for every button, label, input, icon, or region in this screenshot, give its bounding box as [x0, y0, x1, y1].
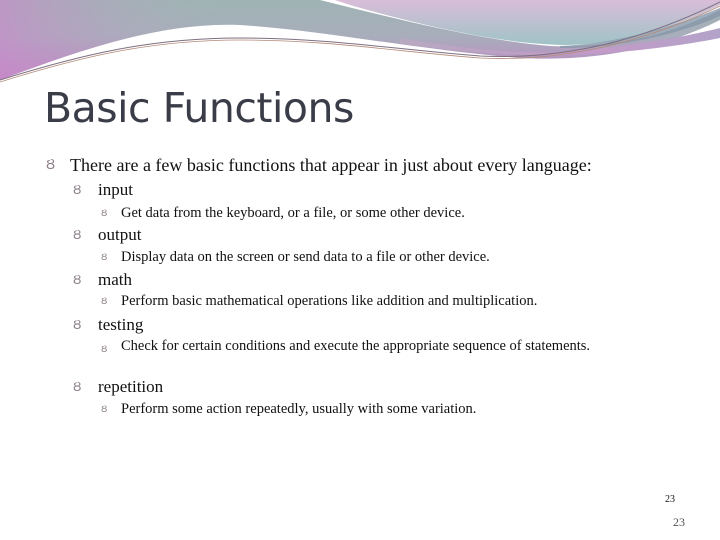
function-desc-output: Ȣ Display data on the screen or send dat… — [101, 249, 490, 266]
function-name: testing — [98, 315, 144, 334]
curl-bullet-icon: Ȣ — [73, 380, 82, 394]
function-item-repetition: Ȣ repetition — [73, 377, 164, 397]
function-desc-testing: Ȣ Check for certain conditions and execu… — [101, 338, 621, 355]
function-name: input — [98, 180, 133, 199]
curl-bullet-icon: Ȣ — [73, 183, 82, 197]
curl-bullet-icon: Ȣ — [101, 253, 108, 263]
curl-bullet-icon: Ȣ — [73, 273, 82, 287]
function-name: output — [98, 225, 142, 244]
function-item-math: Ȣ math — [73, 270, 132, 290]
function-item-input: Ȣ input — [73, 180, 133, 200]
function-desc-repetition: Ȣ Perform some action repeatedly, usuall… — [101, 401, 477, 418]
curl-bullet-icon: Ȣ — [101, 405, 108, 415]
curl-bullet-icon: Ȣ — [101, 209, 108, 219]
curl-bullet-icon: Ȣ — [73, 318, 82, 332]
function-item-testing: Ȣ testing — [73, 315, 144, 335]
function-desc-input: Ȣ Get data from the keyboard, or a file,… — [101, 205, 465, 222]
curl-bullet-icon: Ȣ — [101, 297, 108, 307]
function-description: Display data on the screen or send data … — [121, 249, 490, 265]
function-description: Get data from the keyboard, or a file, o… — [121, 205, 465, 221]
slide-number: 23 — [665, 494, 675, 505]
function-name: math — [98, 270, 132, 289]
curl-bullet-icon: Ȣ — [73, 228, 82, 242]
function-name: repetition — [98, 377, 164, 396]
intro-bullet: Ȣ There are a few basic functions that a… — [46, 155, 592, 176]
function-item-output: Ȣ output — [73, 225, 142, 245]
function-description: Perform some action repeatedly, usually … — [121, 401, 477, 417]
header-wave-decoration — [0, 0, 720, 83]
footer-page-number: 23 — [673, 515, 685, 529]
curl-bullet-icon: Ȣ — [101, 345, 108, 355]
function-desc-math: Ȣ Perform basic mathematical operations … — [101, 293, 538, 310]
curl-bullet-icon: Ȣ — [46, 158, 56, 173]
function-description: Perform basic mathematical operations li… — [121, 293, 538, 309]
intro-text: There are a few basic functions that app… — [70, 155, 592, 175]
slide-title: Basic Functions — [44, 84, 354, 132]
function-description: Check for certain conditions and execute… — [121, 338, 591, 354]
